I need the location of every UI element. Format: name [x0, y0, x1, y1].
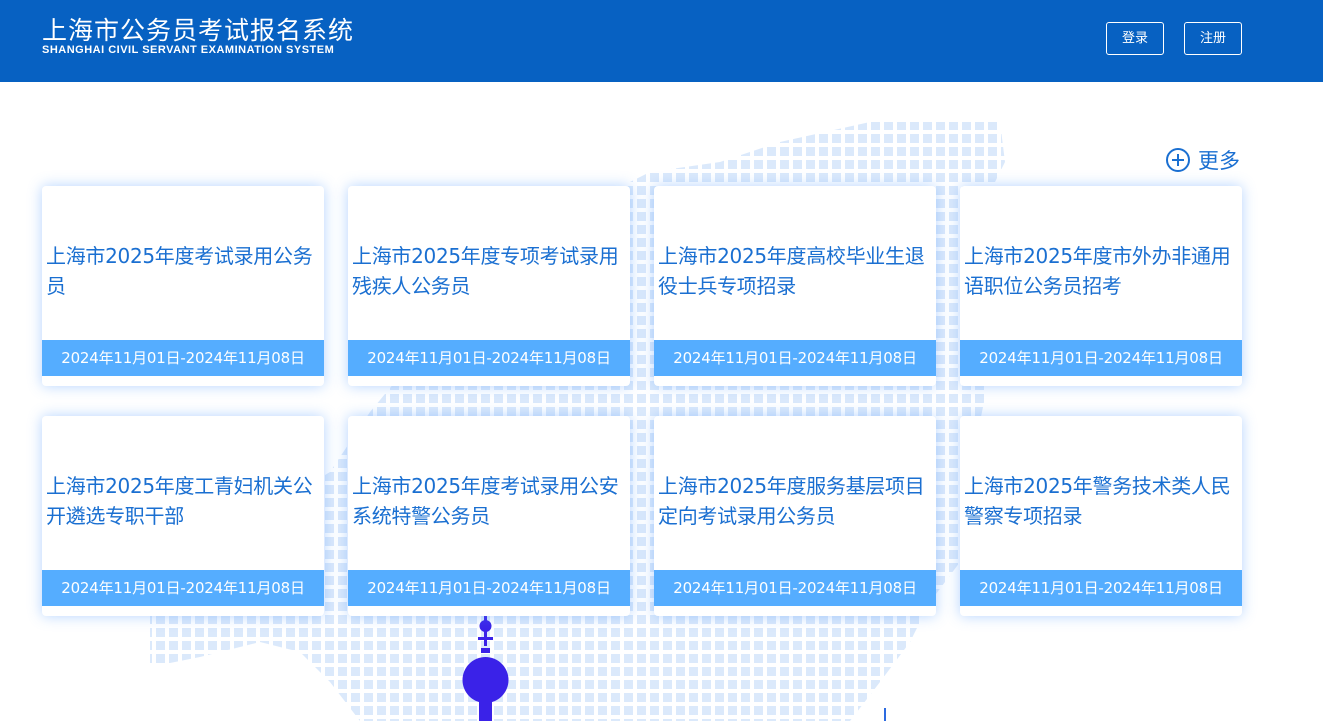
- exam-card[interactable]: 上海市2025年警务技术类人民警察专项招录 2024年11月01日-2024年1…: [960, 416, 1242, 616]
- site-title: 上海市公务员考试报名系统: [42, 16, 355, 45]
- exam-card-date: 2024年11月01日-2024年11月08日: [42, 340, 324, 376]
- exam-card-title: 上海市2025年警务技术类人民警察专项招录: [964, 474, 1231, 528]
- site-subtitle: SHANGHAI CIVIL SERVANT EXAMINATION SYSTE…: [42, 44, 335, 56]
- exam-card-date: 2024年11月01日-2024年11月08日: [654, 570, 936, 606]
- pole-decoration: [884, 708, 886, 721]
- exam-card-date: 2024年11月01日-2024年11月08日: [348, 340, 630, 376]
- plus-circle-icon: [1166, 148, 1190, 172]
- more-label: 更多: [1198, 149, 1240, 173]
- exam-card-title: 上海市2025年度考试录用公安系统特警公务员: [352, 474, 619, 528]
- exam-card-date: 2024年11月01日-2024年11月08日: [42, 570, 324, 606]
- tower-illustration: [462, 614, 509, 721]
- exam-card[interactable]: 上海市2025年度考试录用公务员 2024年11月01日-2024年11月08日: [42, 186, 324, 386]
- exam-card-title: 上海市2025年度市外办非通用语职位公务员招考: [964, 244, 1231, 298]
- exam-card[interactable]: 上海市2025年度工青妇机关公开遴选专职干部 2024年11月01日-2024年…: [42, 416, 324, 616]
- top-header: 上海市公务员考试报名系统 SHANGHAI CIVIL SERVANT EXAM…: [0, 0, 1323, 82]
- exam-card-title: 上海市2025年度服务基层项目定向考试录用公务员: [658, 474, 925, 528]
- exam-card[interactable]: 上海市2025年度市外办非通用语职位公务员招考 2024年11月01日-2024…: [960, 186, 1242, 386]
- exam-card[interactable]: 上海市2025年度考试录用公安系统特警公务员 2024年11月01日-2024年…: [348, 416, 630, 616]
- exam-card[interactable]: 上海市2025年度专项考试录用残疾人公务员 2024年11月01日-2024年1…: [348, 186, 630, 386]
- exam-card-title: 上海市2025年度高校毕业生退役士兵专项招录: [658, 244, 925, 298]
- exam-card-date: 2024年11月01日-2024年11月08日: [348, 570, 630, 606]
- exam-card[interactable]: 上海市2025年度服务基层项目定向考试录用公务员 2024年11月01日-202…: [654, 416, 936, 616]
- register-button[interactable]: 注册: [1184, 22, 1242, 55]
- exam-card-date: 2024年11月01日-2024年11月08日: [960, 570, 1242, 606]
- exam-card-date: 2024年11月01日-2024年11月08日: [654, 340, 936, 376]
- exam-card[interactable]: 上海市2025年度高校毕业生退役士兵专项招录 2024年11月01日-2024年…: [654, 186, 936, 386]
- exam-card-title: 上海市2025年度工青妇机关公开遴选专职干部: [46, 474, 313, 528]
- login-button[interactable]: 登录: [1106, 22, 1164, 55]
- exam-card-title: 上海市2025年度考试录用公务员: [46, 244, 313, 298]
- exam-card-date: 2024年11月01日-2024年11月08日: [960, 340, 1242, 376]
- exam-card-title: 上海市2025年度专项考试录用残疾人公务员: [352, 244, 619, 298]
- more-link[interactable]: 更多: [1165, 145, 1240, 175]
- background-map-decoration: [150, 122, 1005, 721]
